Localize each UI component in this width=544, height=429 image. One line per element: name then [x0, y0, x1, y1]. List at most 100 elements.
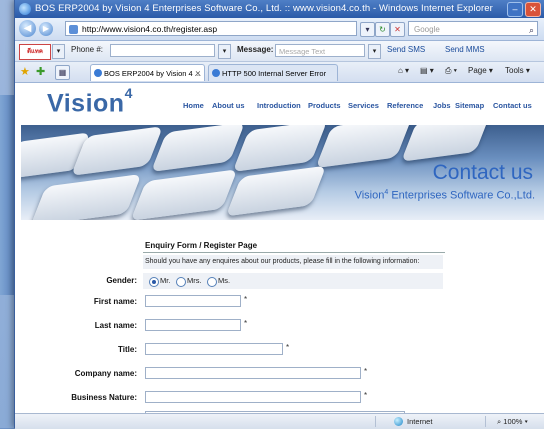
- feeds-icon[interactable]: ▤ ▾: [420, 66, 434, 75]
- nav-jobs[interactable]: Jobs: [433, 101, 451, 110]
- first-name-input[interactable]: [145, 295, 241, 307]
- sms-toolbar: ดีแทค ▾ Phone #: ▾ Message: Message Text…: [15, 41, 544, 62]
- desktop-edge: [0, 95, 14, 295]
- gender-radio-group: Mr. Mrs. Ms.: [149, 276, 259, 287]
- logo-dropdown-button[interactable]: ▾: [52, 44, 65, 59]
- last-name-input[interactable]: [145, 319, 241, 331]
- send-mms-button[interactable]: Send MMS: [445, 45, 485, 54]
- banner-subtitle-pre: Vision: [354, 189, 385, 202]
- form-title: Enquiry Form / Register Page: [143, 238, 445, 253]
- business-nature-input[interactable]: [145, 391, 361, 403]
- last-name-label: Last name:: [94, 321, 137, 330]
- search-input[interactable]: Google ⌕: [408, 21, 538, 36]
- company-name-input[interactable]: [145, 367, 361, 379]
- zoom-level[interactable]: ⌕ 100% ▾: [497, 414, 528, 429]
- message-dropdown-button[interactable]: ▾: [368, 44, 381, 59]
- nav-reference[interactable]: Reference: [387, 101, 423, 110]
- phone-dropdown-button[interactable]: ▾: [218, 44, 231, 59]
- radio-mr[interactable]: [149, 277, 159, 287]
- tab-favicon: [94, 69, 102, 77]
- page-menu[interactable]: Page ▾: [468, 66, 493, 75]
- keyboard-key: [232, 125, 328, 172]
- keyboard-key: [401, 125, 491, 162]
- status-bar: Internet ⌕ 100% ▾: [15, 413, 544, 429]
- url-field[interactable]: http://www.vision4.co.th/register.asp: [65, 21, 357, 36]
- nav-products[interactable]: Products: [308, 101, 341, 110]
- forward-button[interactable]: ▶: [39, 22, 53, 36]
- business-nature-required-mark: *: [364, 391, 368, 400]
- print-icon[interactable]: ⎙ ▾: [445, 66, 457, 76]
- status-separator: [485, 416, 486, 427]
- banner-subtitle-post: Enterprises Software Co.,Ltd.: [388, 189, 535, 202]
- tab-bar: ★ ✚ ▦ BOS ERP2004 by Vision 4 ... ✕ HTTP…: [15, 62, 544, 83]
- tab-http-500[interactable]: HTTP 500 Internal Server Error: [208, 64, 338, 81]
- tools-menu[interactable]: Tools ▾: [505, 66, 530, 75]
- tab-label: BOS ERP2004 by Vision 4 ...: [104, 69, 201, 78]
- vision4-logo[interactable]: Vision4: [47, 85, 133, 118]
- first-name-label: First name:: [93, 297, 137, 306]
- nav-services[interactable]: Services: [348, 101, 379, 110]
- contact-banner: Contact us Vision4 Enterprises Software …: [21, 125, 544, 220]
- security-zone-text: Internet: [407, 417, 433, 426]
- send-sms-button[interactable]: Send SMS: [387, 45, 425, 54]
- banner-title: Contact us: [432, 161, 533, 184]
- close-button[interactable]: ✕: [525, 2, 541, 17]
- web-page: Vision4 Home About us Introduction Produ…: [15, 83, 544, 413]
- title-label: Title:: [118, 345, 137, 354]
- stop-button[interactable]: ✕: [390, 22, 405, 37]
- tab-favicon: [212, 69, 220, 77]
- message-input[interactable]: Message Text: [275, 44, 365, 57]
- radio-mrs[interactable]: [176, 277, 186, 287]
- title-bar[interactable]: BOS ERP2004 by Vision 4 Enterprises Soft…: [15, 0, 544, 18]
- close-tab-icon[interactable]: ✕: [195, 65, 201, 81]
- phone-input[interactable]: [110, 44, 215, 57]
- first-name-required-mark: *: [244, 295, 248, 304]
- keyboard-key: [30, 173, 142, 220]
- address-bar: ◀ ▶ http://www.vision4.co.th/register.as…: [15, 18, 544, 41]
- status-separator: [375, 416, 376, 427]
- url-dropdown-button[interactable]: ▾: [360, 22, 375, 37]
- last-name-required-mark: *: [244, 319, 248, 328]
- nav-introduction[interactable]: Introduction: [257, 101, 301, 110]
- tab-bos-erp[interactable]: BOS ERP2004 by Vision 4 ... ✕: [90, 64, 205, 81]
- zoom-value: 100%: [503, 417, 523, 426]
- keyboard-key: [315, 125, 413, 169]
- nav-contact-us[interactable]: Contact us: [493, 101, 532, 110]
- company-name-required-mark: *: [364, 367, 368, 376]
- search-placeholder: Google: [414, 25, 440, 34]
- keyboard-key: [130, 169, 238, 220]
- title-input[interactable]: [145, 343, 283, 355]
- refresh-button[interactable]: ↻: [375, 22, 390, 37]
- add-favorite-icon[interactable]: ✚: [36, 65, 45, 78]
- radio-mr-label: Mr.: [160, 276, 171, 285]
- minimize-button[interactable]: –: [507, 2, 523, 17]
- keyboard-key: [150, 125, 246, 172]
- tab-label: HTTP 500 Internal Server Error: [222, 69, 327, 78]
- nav-home[interactable]: Home: [183, 101, 204, 110]
- favorites-star-icon[interactable]: ★: [20, 65, 30, 78]
- browser-window: BOS ERP2004 by Vision 4 Enterprises Soft…: [14, 0, 544, 429]
- tab-list-icon[interactable]: ▦: [55, 65, 70, 80]
- radio-mrs-label: Mrs.: [187, 276, 202, 285]
- banner-subtitle: Vision4 Enterprises Software Co.,Ltd.: [355, 189, 535, 202]
- business-nature-label: Business Nature:: [71, 393, 137, 402]
- back-button[interactable]: ◀: [19, 20, 36, 37]
- ie-logo-icon: [19, 3, 31, 15]
- message-label: Message:: [237, 45, 274, 54]
- radio-ms-label: Ms.: [218, 276, 231, 285]
- page-icon: [69, 25, 78, 34]
- nav-sitemap[interactable]: Sitemap: [455, 101, 484, 110]
- title-required-mark: *: [286, 343, 290, 352]
- gender-label: Gender:: [106, 276, 137, 285]
- radio-ms[interactable]: [207, 277, 217, 287]
- home-icon[interactable]: ⌂ ▾: [398, 66, 409, 75]
- internet-zone-icon: [394, 417, 403, 426]
- logo-sup: 4: [124, 85, 133, 101]
- phone-label: Phone #:: [71, 45, 104, 54]
- url-text: http://www.vision4.co.th/register.asp: [82, 24, 218, 34]
- logo-text: Vision: [47, 89, 125, 118]
- search-icon[interactable]: ⌕: [529, 23, 534, 38]
- nav-about-us[interactable]: About us: [212, 101, 245, 110]
- dtac-logo: ดีแทค: [19, 44, 51, 60]
- form-intro: Should you have any enquires about our p…: [143, 255, 443, 269]
